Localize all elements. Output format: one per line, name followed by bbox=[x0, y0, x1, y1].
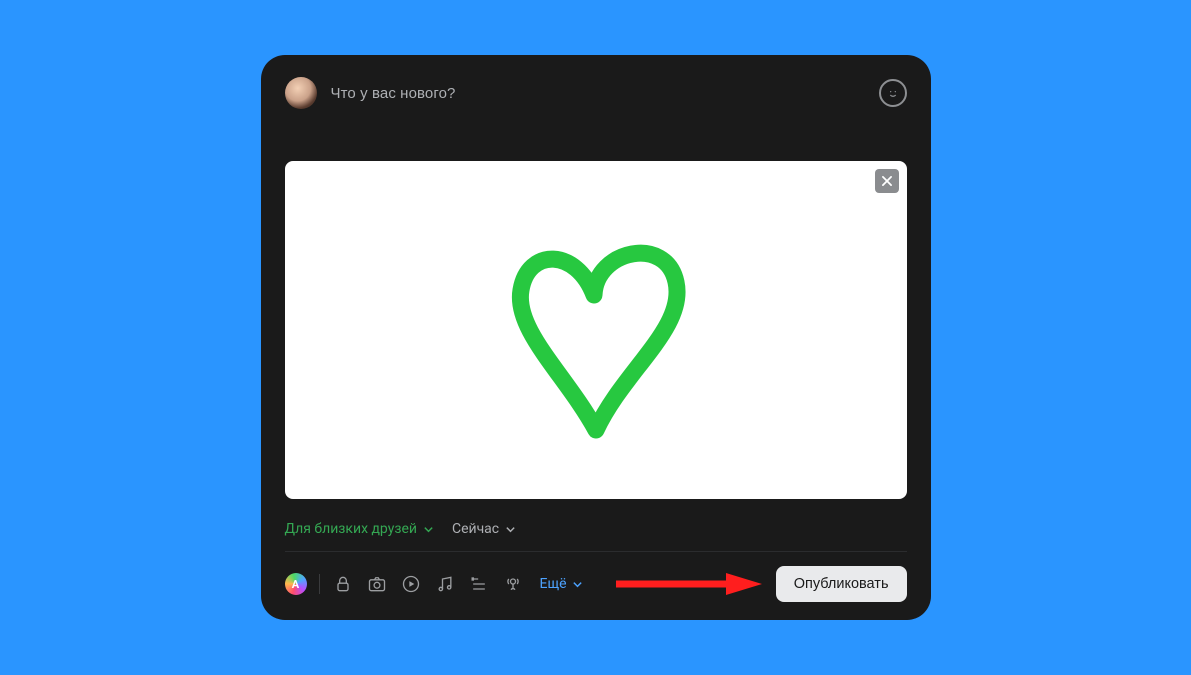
remove-attachment-button[interactable] bbox=[875, 169, 899, 193]
live-icon[interactable] bbox=[502, 573, 524, 595]
chevron-down-icon bbox=[572, 579, 583, 590]
audience-label: Для близких друзей bbox=[285, 521, 417, 537]
schedule-label: Сейчас bbox=[452, 521, 499, 537]
publish-button[interactable]: Опубликовать bbox=[776, 566, 907, 602]
chevron-down-icon bbox=[423, 524, 434, 535]
camera-icon[interactable] bbox=[366, 573, 388, 595]
article-icon[interactable] bbox=[468, 573, 490, 595]
music-icon[interactable] bbox=[434, 573, 456, 595]
avatar[interactable] bbox=[285, 77, 317, 109]
lock-icon[interactable] bbox=[332, 573, 354, 595]
toolbar: A Ещё bbox=[285, 552, 907, 602]
post-composer: Для близких друзей Сейчас A bbox=[261, 55, 931, 620]
audience-selector[interactable]: Для близких друзей bbox=[285, 521, 434, 537]
theme-badge-letter: A bbox=[292, 578, 299, 591]
annotation-arrow-icon bbox=[614, 571, 764, 597]
emoji-icon[interactable] bbox=[879, 79, 907, 107]
composer-header bbox=[285, 77, 907, 109]
heart-icon bbox=[466, 200, 726, 460]
meta-row: Для близких друзей Сейчас bbox=[285, 499, 907, 552]
more-button[interactable]: Ещё bbox=[540, 576, 583, 592]
chevron-down-icon bbox=[505, 524, 516, 535]
schedule-selector[interactable]: Сейчас bbox=[452, 521, 516, 537]
theme-badge[interactable]: A bbox=[285, 573, 307, 595]
post-text-input[interactable] bbox=[331, 85, 865, 102]
image-attachment bbox=[285, 161, 907, 499]
video-icon[interactable] bbox=[400, 573, 422, 595]
more-label: Ещё bbox=[540, 576, 567, 592]
separator bbox=[319, 574, 320, 594]
